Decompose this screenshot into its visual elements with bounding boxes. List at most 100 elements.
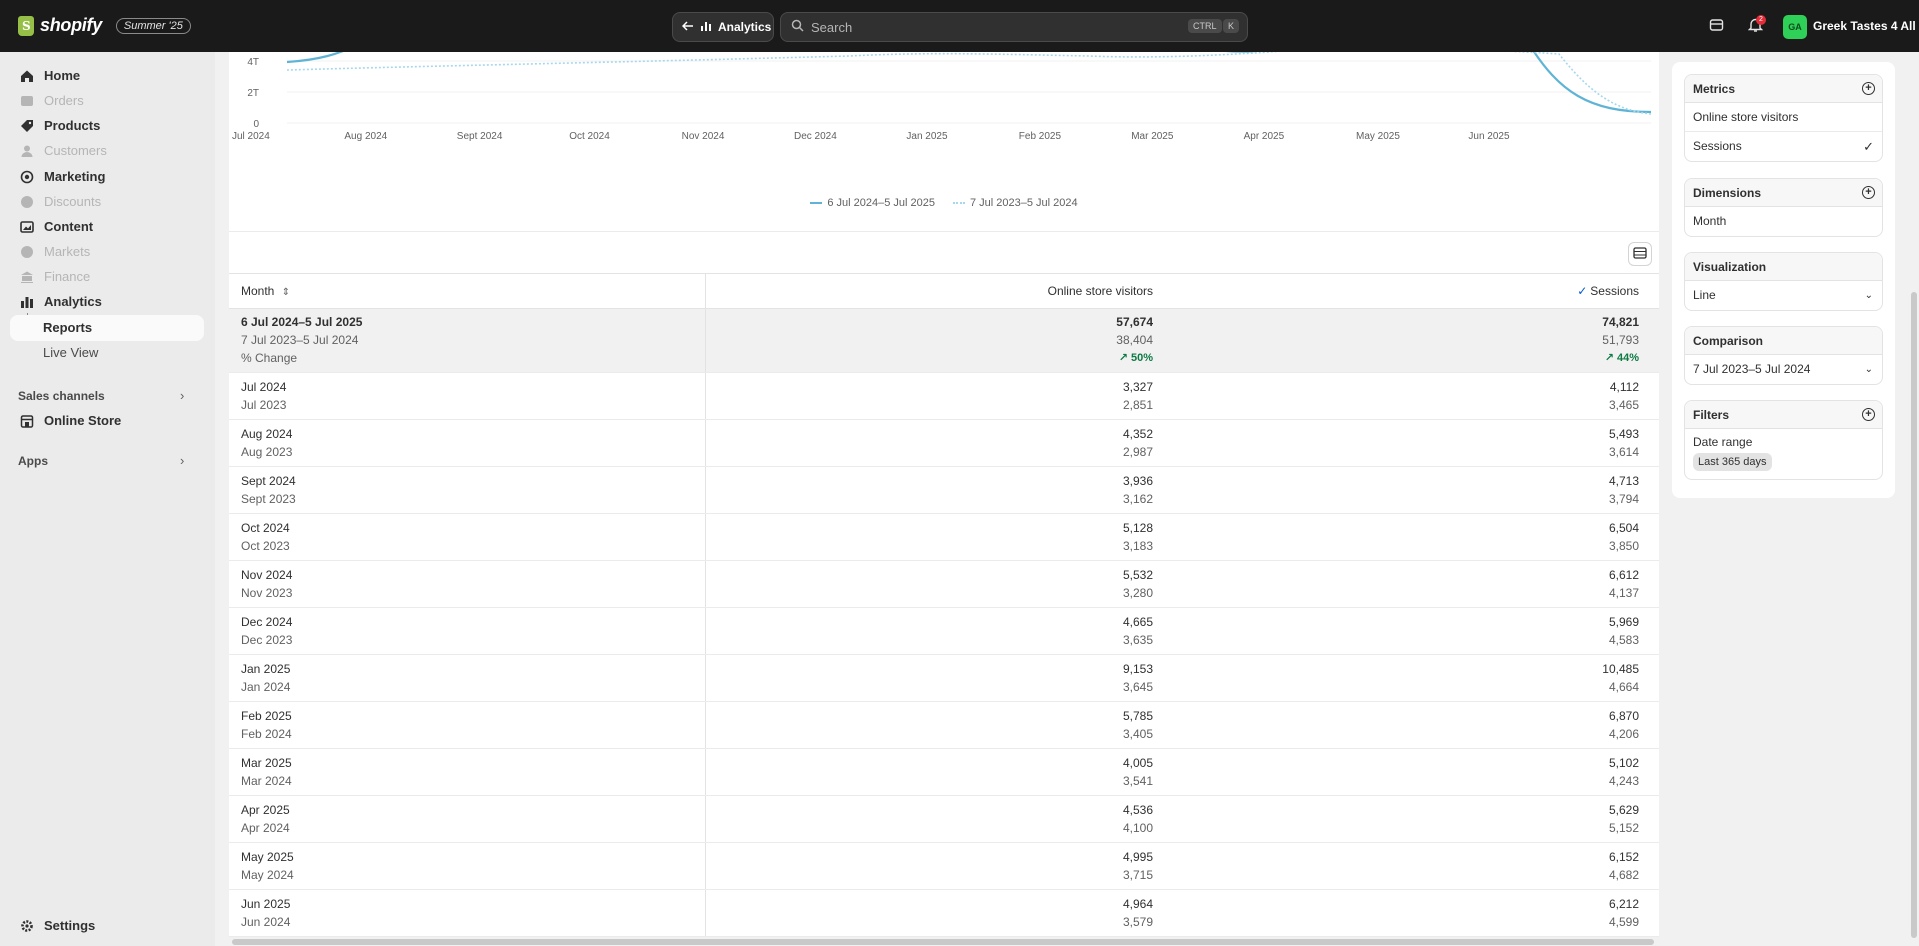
- month-cell: Oct 2024 Oct 2023: [241, 519, 290, 555]
- apps-heading[interactable]: Apps: [18, 454, 48, 468]
- column-divider: [705, 608, 706, 654]
- checkmark-icon: ✓: [1577, 284, 1588, 298]
- store-avatar[interactable]: GA: [1783, 15, 1807, 39]
- legend-swatch-dotted: [953, 202, 965, 204]
- chevron-right-icon[interactable]: ›: [180, 453, 184, 468]
- filters-box: Filters + Date range Last 365 days: [1684, 400, 1883, 480]
- dimensions-title: Dimensions: [1693, 186, 1762, 200]
- visitors-cell-previous: 3,541: [1122, 774, 1153, 788]
- column-divider: [705, 561, 706, 607]
- visitors-cell-current: 5,128: [1122, 521, 1153, 535]
- comparison-select[interactable]: 7 Jul 2023–5 Jul 2024 ⌄: [1685, 355, 1882, 384]
- nav-analytics[interactable]: Analytics: [20, 294, 102, 309]
- dimension-item[interactable]: Month: [1685, 207, 1882, 236]
- visitors-cell-previous: 3,635: [1122, 633, 1153, 647]
- column-divider: [705, 890, 706, 936]
- sessions-cell-previous: 3,465: [1608, 398, 1639, 412]
- store-name[interactable]: Greek Tastes 4 All: [1813, 19, 1916, 33]
- x-tick-label: May 2025: [1356, 131, 1400, 142]
- visitors-column-header[interactable]: Online store visitors: [1048, 284, 1153, 298]
- sessions-cell: 6,152 4,682: [1609, 848, 1639, 884]
- vertical-scrollbar[interactable]: [1911, 292, 1917, 938]
- table-row: Jan 2025 Jan 2024 9,153 3,645 10,485 4,664: [229, 655, 1659, 702]
- metric-item[interactable]: Online store visitors: [1685, 103, 1882, 132]
- back-label: Analytics: [718, 20, 772, 34]
- sales-channels-heading[interactable]: Sales channels: [18, 389, 105, 403]
- sessions-change: ↗ 44%: [1602, 349, 1639, 367]
- x-tick-label: Nov 2024: [682, 131, 725, 142]
- sessions-cell-previous: 4,137: [1608, 586, 1639, 600]
- nav-markets[interactable]: Markets: [20, 244, 90, 259]
- nav-customers[interactable]: Customers: [20, 143, 107, 158]
- x-tick-label: Jun 2025: [1468, 131, 1510, 142]
- sessions-cell-current: 6,504: [1608, 521, 1639, 535]
- legend-item-current[interactable]: 6 Jul 2024–5 Jul 2025: [810, 197, 935, 209]
- search-input[interactable]: Search CTRL K: [780, 12, 1248, 42]
- visitors-cell: 4,005 3,541: [1123, 754, 1153, 790]
- back-to-analytics-button[interactable]: Analytics: [672, 12, 774, 42]
- nav-marketing[interactable]: Marketing: [20, 169, 105, 184]
- nav-online-store[interactable]: Online Store: [20, 413, 121, 428]
- horizontal-scrollbar[interactable]: [232, 939, 1654, 945]
- nav-settings[interactable]: Settings: [20, 918, 95, 933]
- table-row: Nov 2024 Nov 2023 5,532 3,280 6,612 4,137: [229, 561, 1659, 608]
- table-row: Sept 2024 Sept 2023 3,936 3,162 4,713 3,794: [229, 467, 1659, 514]
- column-divider: [705, 274, 706, 308]
- dimensions-box: Dimensions + Month: [1684, 178, 1883, 237]
- sidebar-item-live-view[interactable]: Live View: [10, 340, 204, 366]
- sessions-column-header[interactable]: ✓ Sessions: [1577, 284, 1639, 298]
- column-divider: [705, 796, 706, 842]
- nav-label: Orders: [44, 93, 84, 108]
- visualization-select[interactable]: Line ⌄: [1685, 281, 1882, 310]
- metric-label: Sessions: [1693, 139, 1742, 153]
- shopify-logo[interactable]: shopify Summer '25: [18, 15, 191, 36]
- nav-content[interactable]: Content: [20, 219, 93, 234]
- visitors-total-previous: 38,404: [1116, 333, 1153, 347]
- nav-label: Customers: [44, 143, 107, 158]
- table-view-button[interactable]: [1628, 242, 1652, 266]
- summary-row: 6 Jul 2024–5 Jul 2025 7 Jul 2023–5 Jul 2…: [229, 309, 1659, 373]
- date-range-filter[interactable]: Date range Last 365 days: [1685, 429, 1882, 479]
- sessions-cell: 6,612 4,137: [1609, 566, 1639, 602]
- filter-value-pill[interactable]: Last 365 days: [1693, 453, 1772, 471]
- month-cell-previous: Jan 2024: [241, 680, 291, 694]
- table-row: Jun 2025 Jun 2024 4,964 3,579 6,212 4,599: [229, 890, 1659, 937]
- add-filter-icon[interactable]: +: [1862, 408, 1875, 421]
- chevron-right-icon[interactable]: ›: [180, 388, 184, 403]
- nav-orders[interactable]: Orders: [20, 93, 84, 108]
- sessions-cell: 10,485 4,664: [1602, 660, 1639, 696]
- top-bar: shopify Summer '25 Analytics Search CTRL…: [0, 0, 1919, 52]
- sessions-cell-previous: 4,206: [1608, 727, 1639, 741]
- sessions-cell-current: 5,102: [1608, 756, 1639, 770]
- tag-icon: [20, 119, 34, 133]
- store-switcher-icon[interactable]: [1709, 17, 1724, 36]
- table-icon: [1633, 246, 1647, 262]
- nav-products[interactable]: Products: [20, 118, 100, 133]
- chevron-down-icon: ⌄: [1864, 364, 1873, 375]
- month-cell: Aug 2024 Aug 2023: [241, 425, 292, 461]
- divider: [229, 231, 1659, 232]
- visitors-cell: 5,532 3,280: [1123, 566, 1153, 602]
- bank-icon: [20, 270, 34, 284]
- sessions-cell: 5,629 5,152: [1609, 801, 1639, 837]
- legend-item-previous[interactable]: 7 Jul 2023–5 Jul 2024: [953, 197, 1078, 209]
- table-row: Dec 2024 Dec 2023 4,665 3,635 5,969 4,583: [229, 608, 1659, 655]
- add-dimension-icon[interactable]: +: [1862, 186, 1875, 199]
- month-cell: Nov 2024 Nov 2023: [241, 566, 292, 602]
- sidebar-item-reports[interactable]: Reports: [10, 315, 204, 341]
- visitors-cell-previous: 3,715: [1122, 868, 1153, 882]
- nav-discounts[interactable]: Discounts: [20, 194, 101, 209]
- sessions-cell: 6,212 4,599: [1609, 895, 1639, 931]
- metric-item-selected[interactable]: Sessions ✓: [1685, 132, 1882, 161]
- sessions-cell-current: 10,485: [1602, 662, 1639, 676]
- month-cell-previous: Feb 2024: [241, 727, 292, 741]
- nav-home[interactable]: Home: [20, 68, 80, 83]
- nav-finance[interactable]: Finance: [20, 269, 90, 284]
- column-divider: [705, 749, 706, 795]
- edition-badge: Summer '25: [115, 17, 191, 34]
- sessions-cell-previous: 4,243: [1608, 774, 1639, 788]
- month-column-header[interactable]: Month ⇕: [241, 284, 290, 298]
- add-metric-icon[interactable]: +: [1862, 82, 1875, 95]
- gear-icon: [20, 919, 34, 933]
- sort-icon[interactable]: ⇕: [282, 287, 290, 298]
